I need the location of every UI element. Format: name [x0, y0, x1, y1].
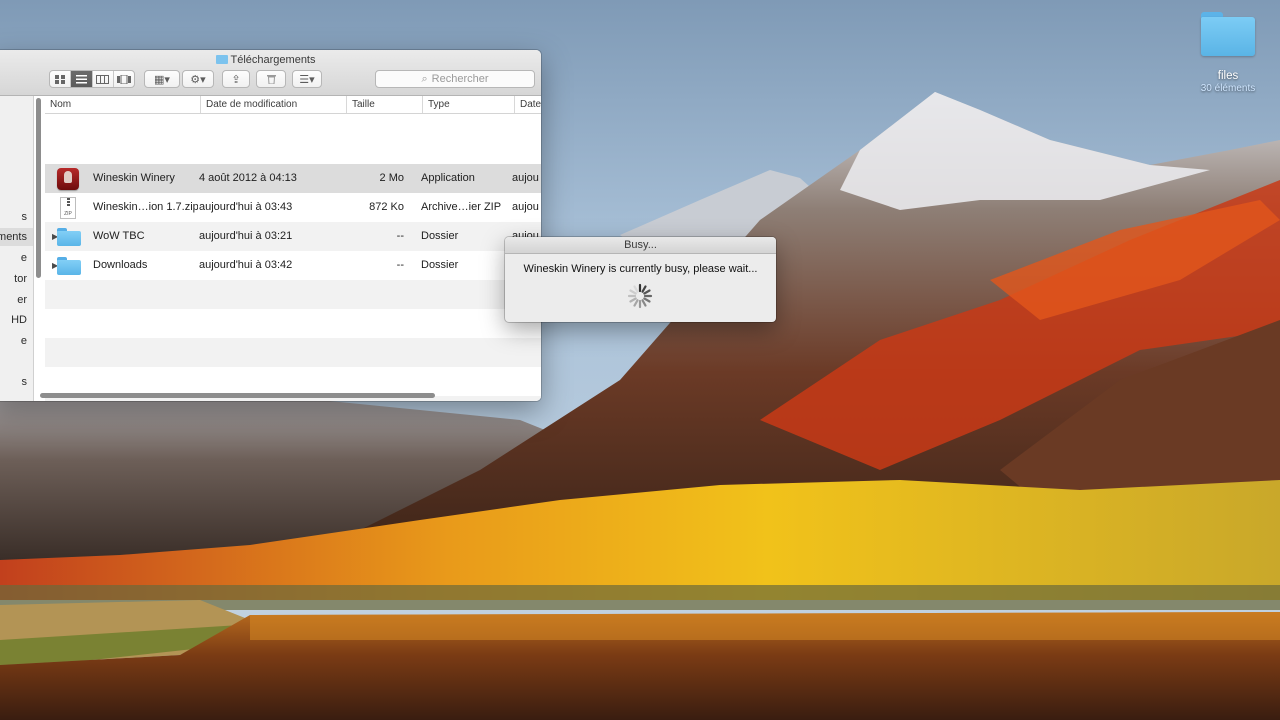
empty-row [45, 309, 541, 338]
busy-dialog: Busy... Wineskin Winery is currently bus… [505, 237, 776, 322]
sort-icon: ☰▾ [299, 73, 315, 86]
sidebar: s ments e tor er HD e s [0, 96, 34, 401]
group-by-button[interactable]: ▦▾ [144, 70, 180, 88]
sidebar-item-downloads[interactable]: ments [0, 228, 33, 246]
empty-row [45, 280, 541, 309]
file-date: aujourd'hui à 03:21 [199, 230, 293, 242]
list-view-icon [75, 74, 87, 83]
file-row[interactable]: ▶ WoW TBC aujourd'hui à 03:21 -- Dossier… [45, 222, 541, 251]
sidebar-item[interactable]: er [0, 291, 33, 309]
desktop-folder-name: files [1217, 70, 1239, 82]
list-view-button[interactable] [71, 71, 93, 87]
dialog-message: Wineskin Winery is currently busy, pleas… [523, 263, 758, 275]
file-size: -- [396, 259, 404, 271]
search-input[interactable]: ⌕ Rechercher [375, 70, 535, 88]
file-name: Wineskin…ion 1.7.zip [93, 201, 198, 213]
trash-icon [257, 71, 285, 87]
cover-flow-button[interactable] [114, 71, 134, 87]
file-row[interactable]: Wineskin Winery 4 août 2012 à 04:13 2 Mo… [45, 164, 541, 193]
column-header-date-modified[interactable]: Date de modification [200, 96, 346, 113]
column-view-icon [96, 74, 110, 84]
trash-icon-glyph [266, 75, 276, 84]
window-title: Téléchargements [0, 53, 541, 67]
sidebar-item[interactable]: s [0, 373, 33, 391]
file-date: aujourd'hui à 03:42 [199, 259, 293, 271]
column-header-date-added[interactable]: Date [514, 96, 541, 113]
finder-window: Téléchargements ▦▾ ⚙▾ ⇪ ☰▾ ⌕ Rechercher … [0, 50, 541, 401]
column-header-type[interactable]: Type [422, 96, 514, 113]
file-date: aujourd'hui à 03:43 [199, 201, 293, 213]
dialog-title: Busy... [505, 237, 776, 254]
finder-toolbar: Téléchargements ▦▾ ⚙▾ ⇪ ☰▾ ⌕ Rechercher [0, 50, 541, 96]
window-title-text: Téléchargements [230, 54, 316, 66]
search-icon: ⌕ [421, 72, 428, 85]
file-size: 2 Mo [379, 172, 404, 184]
folder-icon [215, 55, 228, 64]
file-name: Wineskin Winery [93, 172, 175, 184]
view-mode-control [49, 70, 135, 88]
desktop-folder-count: 30 éléments [1200, 83, 1256, 94]
arrange-button[interactable]: ☰▾ [292, 70, 322, 88]
sidebar-item[interactable]: HD [0, 311, 33, 329]
file-type: Archive…ier ZIP [421, 201, 502, 213]
sidebar-item[interactable]: s [0, 208, 33, 226]
share-icon: ⇪ [231, 73, 241, 86]
file-type: Dossier [421, 259, 459, 271]
file-name: WoW TBC [93, 230, 145, 242]
desktop-folder-files[interactable]: files 30 éléments [1190, 12, 1266, 95]
action-button[interactable]: ⚙▾ [182, 70, 214, 88]
gear-icon: ⚙▾ [190, 73, 206, 86]
folder-icon [57, 255, 81, 277]
horizontal-scrollbar[interactable] [40, 393, 435, 398]
zip-badge: ZIP [64, 211, 72, 217]
share-button[interactable]: ⇪ [222, 70, 250, 88]
column-view-button[interactable] [93, 71, 114, 87]
zip-file-icon: ZIP [57, 197, 81, 219]
sidebar-item[interactable]: e [0, 249, 33, 267]
sidebar-item[interactable]: e [0, 332, 33, 350]
group-icon: ▦▾ [154, 73, 170, 86]
folder-icon [1201, 12, 1255, 56]
icon-view-icon [55, 74, 66, 84]
file-size: -- [396, 230, 404, 242]
sidebar-item[interactable]: tor [0, 270, 33, 288]
sidebar-scrollbar[interactable] [36, 98, 41, 278]
wineskin-app-icon [57, 168, 81, 190]
folder-icon [57, 226, 81, 248]
column-header-name[interactable]: Nom [45, 96, 200, 113]
icon-view-button[interactable] [50, 71, 72, 87]
empty-row [45, 338, 541, 367]
search-placeholder: Rechercher [431, 73, 489, 85]
file-type: Application [421, 172, 475, 184]
empty-row [45, 367, 541, 396]
file-row[interactable]: ZIP Wineskin…ion 1.7.zip aujourd'hui à 0… [45, 193, 541, 222]
column-header-size[interactable]: Taille [346, 96, 422, 113]
spinner-icon [627, 283, 653, 309]
file-date: 4 août 2012 à 04:13 [199, 172, 297, 184]
cover-flow-icon [116, 74, 131, 84]
file-size: 872 Ko [369, 201, 404, 213]
file-row[interactable]: ▶ Downloads aujourd'hui à 03:42 -- Dossi… [45, 251, 541, 280]
file-name: Downloads [93, 259, 148, 271]
file-date-added: aujou [512, 201, 539, 213]
file-date-added: aujou [512, 172, 539, 184]
file-list: Nom Date de modification Taille Type Dat… [45, 96, 541, 401]
file-type: Dossier [421, 230, 459, 242]
trash-button[interactable] [256, 70, 286, 88]
list-header: Nom Date de modification Taille Type Dat… [45, 96, 541, 114]
